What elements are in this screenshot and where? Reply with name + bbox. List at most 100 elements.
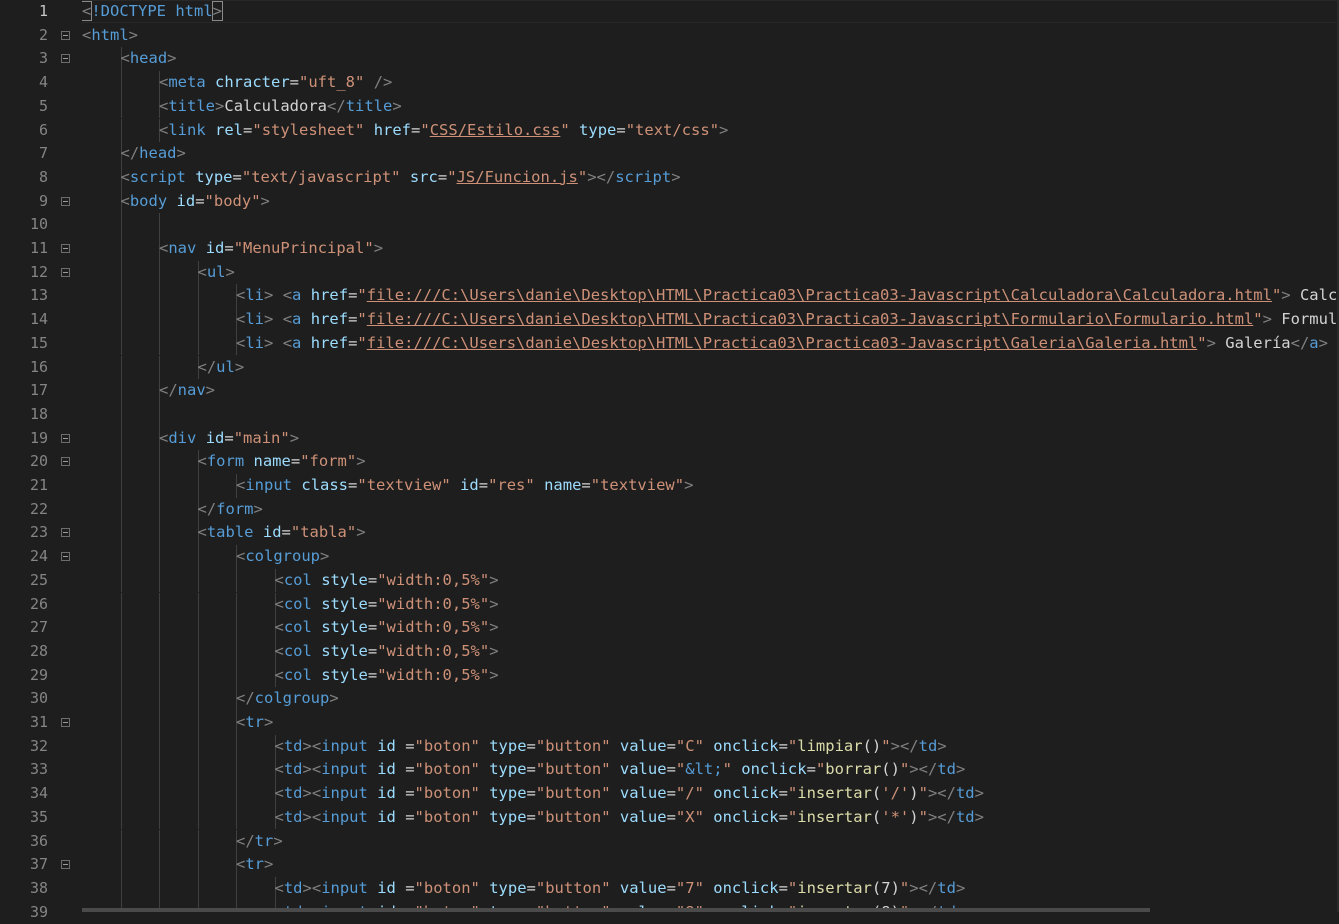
horizontal-scrollbar[interactable]	[82, 908, 1150, 912]
code-line[interactable]: <link rel="stylesheet" href="CSS/Estilo.…	[159, 119, 728, 143]
code-line[interactable]: <body id="body">	[121, 190, 270, 214]
code-token: <	[159, 428, 169, 447]
fold-toggle-icon[interactable]	[61, 196, 70, 206]
code-line[interactable]: <form name="form">	[198, 450, 366, 474]
fold-toggle-icon[interactable]	[61, 54, 70, 64]
code-line[interactable]: <script type="text/javascript" src="JS/F…	[121, 166, 681, 190]
code-token: <	[159, 96, 169, 115]
indent-guide	[120, 308, 122, 332]
code-token: CSS/Estilo.css	[429, 120, 561, 139]
code-area[interactable]: <!DOCTYPE html> <html> <head> <meta chracte…	[82, 0, 1339, 912]
fold-toggle-icon[interactable]	[61, 860, 70, 870]
code-line[interactable]: <tr>	[236, 853, 273, 877]
code-line[interactable]: <td><input id ="boton" type="button" val…	[275, 735, 947, 759]
code-token: body	[129, 191, 168, 210]
indent-guide	[159, 829, 160, 854]
line-number: 21	[29, 476, 48, 494]
code-line[interactable]: <!DOCTYPE html>	[82, 0, 224, 24]
code-line[interactable]: </nav>	[159, 379, 215, 403]
code-token: "C"	[675, 736, 704, 755]
code-line[interactable]: </ul>	[198, 356, 245, 380]
indent-guide	[236, 758, 237, 783]
code-line[interactable]: <td><input id ="boton" type="button" val…	[275, 782, 984, 806]
code-line[interactable]: <li> <a href="file:///C:\Users\danie\Des…	[236, 308, 1339, 332]
fold-toggle-icon[interactable]	[61, 433, 70, 443]
code-token: id	[377, 878, 396, 897]
code-token: "button"	[535, 760, 611, 779]
code-token: limpiar	[797, 736, 863, 755]
code-line[interactable]: <input class="textview" id="res" name="t…	[236, 474, 693, 498]
indent-guide	[236, 663, 237, 688]
code-line[interactable]: <title>Calculadora</title>	[159, 95, 402, 119]
code-line[interactable]: <table id="tabla">	[198, 521, 366, 545]
code-token: <	[120, 49, 130, 68]
code-token: file:///C:\Users\danie\Desktop\HTML\Prac…	[366, 286, 1272, 305]
code-token: =	[478, 476, 489, 494]
indent-guide	[197, 829, 199, 854]
code-line[interactable]: <nav id="MenuPrincipal">	[159, 237, 383, 261]
code-line[interactable]: <ul>	[198, 261, 235, 285]
indent-guide	[236, 876, 237, 901]
fold-toggle-icon[interactable]	[61, 528, 70, 538]
line-number: 14	[29, 310, 48, 329]
line-number: 4	[38, 73, 48, 92]
code-token: <	[274, 618, 284, 637]
fold-toggle-icon[interactable]	[61, 718, 70, 727]
line-number: 15	[29, 333, 48, 352]
code-line[interactable]: <li> <a href="file:///C:\Users\danie\Des…	[236, 332, 1328, 356]
code-line[interactable]: <colgroup>	[236, 545, 329, 569]
fold-toggle-icon[interactable]	[61, 267, 70, 277]
code-line[interactable]: <col style="width:0,5%">	[275, 593, 499, 617]
indent-guide	[159, 545, 160, 569]
code-line[interactable]: <col style="width:0,5%">	[275, 569, 499, 593]
indent-guide	[120, 450, 122, 474]
code-token: <	[159, 73, 169, 92]
code-token: >	[684, 476, 694, 494]
code-token: borrar	[825, 760, 882, 779]
code-token: <	[159, 239, 169, 257]
fold-toggle-icon[interactable]	[61, 552, 70, 562]
code-line[interactable]: <div id="main">	[159, 427, 299, 451]
line-number: 26	[29, 594, 48, 613]
code-line[interactable]: <col style="width:0,5%">	[275, 640, 499, 664]
code-line[interactable]: <html>	[82, 24, 138, 48]
code-line[interactable]: <td><input id ="boton" type="button" val…	[275, 806, 984, 830]
code-line[interactable]: <td><input id ="boton" type="button" val…	[275, 758, 966, 782]
code-line[interactable]: <col style="width:0,5%">	[275, 616, 499, 640]
code-line[interactable]: </head>	[121, 142, 186, 166]
code-line[interactable]: <meta chracter="uft_8" />	[159, 71, 392, 95]
indent-guide	[159, 308, 160, 332]
line-number: 22	[29, 499, 48, 518]
code-line[interactable]: </form>	[198, 498, 263, 522]
code-token: value	[619, 784, 667, 803]
code-token: onclick	[713, 736, 779, 755]
code-line[interactable]: <col style="width:0,5%">	[275, 664, 499, 688]
code-line[interactable]: </tr>	[236, 830, 283, 854]
code-token: &lt;	[685, 760, 723, 779]
fold-toggle-icon[interactable]	[61, 244, 70, 253]
code-line[interactable]: </colgroup>	[236, 687, 339, 711]
indent-guide	[197, 782, 199, 806]
code-token: id	[377, 736, 396, 755]
indent-guide	[120, 782, 122, 806]
code-token: <	[120, 167, 130, 186]
indent-guide	[159, 331, 160, 356]
code-line[interactable]: <td><input id ="boton" type="button" val…	[275, 877, 966, 901]
indent-guide	[159, 497, 160, 522]
code-token: =	[348, 476, 358, 494]
code-line[interactable]: <head>	[121, 47, 177, 71]
code-token: =	[581, 476, 591, 494]
fold-toggle-icon[interactable]	[61, 30, 70, 40]
code-line[interactable]: <li> <a href="file:///C:\Users\danie\Des…	[236, 284, 1339, 308]
fold-toggle-icon[interactable]	[61, 457, 70, 467]
code-token: =	[224, 428, 234, 447]
code-line[interactable]: <tr>	[236, 711, 273, 735]
code-token: onclick	[713, 807, 779, 826]
code-editor[interactable]: 1 2 3 4 5 6 7 8 9 10 11 12 13 14 15 16 17 18 19 20 21 22 23 24 2…	[0, 0, 1339, 921]
code-token: title	[345, 96, 393, 115]
